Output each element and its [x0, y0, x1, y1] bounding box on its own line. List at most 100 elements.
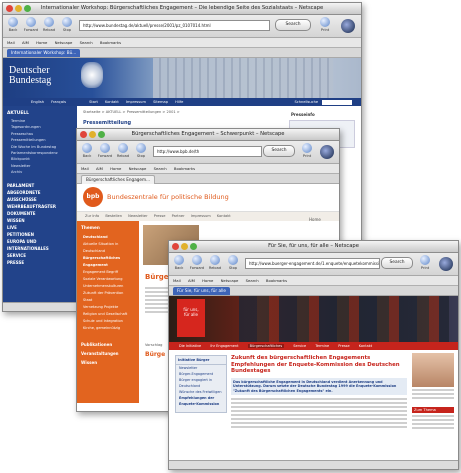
nav-impressum[interactable]: Impressum [191, 214, 211, 218]
francais-link[interactable]: Français [51, 100, 66, 104]
reload-button[interactable]: Reload [207, 255, 223, 270]
sidebar-item-wissen[interactable]: Wissen [81, 358, 139, 367]
minimize-button[interactable] [15, 5, 22, 12]
bookmarks-link[interactable]: Bookmarks [174, 166, 195, 171]
sidebar-item-buergerschaftliches[interactable]: Bürgerschaftliches Engagement [83, 255, 139, 269]
minimize-button[interactable] [89, 131, 96, 138]
url-field[interactable]: http://www.buerger-engagement.de/1.enque… [245, 258, 380, 269]
search-link[interactable]: Search [154, 166, 167, 171]
nav-presse[interactable]: Presse [154, 214, 166, 218]
url-field[interactable]: http://www.bpb.de/th [153, 146, 262, 157]
aim-link[interactable]: AIM [22, 40, 29, 45]
quick-search-input[interactable] [322, 99, 353, 105]
bpb-logo[interactable]: bpb [83, 187, 103, 207]
close-button[interactable] [80, 131, 87, 138]
minimize-button[interactable] [181, 243, 188, 250]
search-link[interactable]: Search [80, 40, 93, 45]
sidebar-item-petitionen[interactable]: PETITIONEN [7, 231, 77, 238]
back-button[interactable]: Back [5, 17, 21, 32]
sidebar-item-aktuelle-situation[interactable]: Aktuelle Situation in Deutschland [83, 241, 139, 255]
search-link[interactable]: Search [246, 278, 259, 283]
print-button[interactable]: Print [299, 143, 315, 158]
side-item-engagiert[interactable]: Bürger engagiert in Deutschland [179, 377, 226, 389]
sidebar-section-aktuell[interactable]: AKTUELL [3, 106, 77, 118]
forward-button[interactable]: Forward [23, 17, 39, 32]
side-item-empfehlungen[interactable]: Empfehlungen der Enquete-Kommission [179, 395, 226, 407]
zoom-button[interactable] [24, 5, 31, 12]
home-link[interactable]: Home [36, 40, 47, 45]
sidebar-item-parlament[interactable]: PARLAMENT [7, 182, 77, 189]
sidebar-item-projekte[interactable]: Vernetzung Projekte [83, 304, 139, 311]
netscape-link[interactable]: Netscape [55, 40, 73, 45]
back-button[interactable]: Back [79, 143, 95, 158]
sidebar-item-veranstaltungen[interactable]: Veranstaltungen [81, 349, 139, 358]
tab-bundestag[interactable]: Internationaler Workshop: Bü... [7, 49, 81, 57]
mail-link[interactable]: Mail [7, 40, 15, 45]
banner-logo[interactable]: für uns, für alle [177, 299, 205, 337]
window-titlebar[interactable]: Internationaler Workshop: Bürgerschaftli… [3, 3, 361, 15]
sidebar-item-wehrbeauftragter[interactable]: WEHRBEAUFTRAGTER [7, 203, 77, 210]
back-button[interactable]: Back [171, 255, 187, 270]
sidebar-item-staat[interactable]: Staat [83, 297, 139, 304]
sidebar-item-service[interactable]: SERVICE [7, 252, 77, 259]
nav-partner[interactable]: Partner [172, 214, 185, 218]
window-titlebar[interactable]: Für Sie, für uns, für alle – Netscape [169, 241, 458, 253]
mail-link[interactable]: Mail [81, 166, 89, 171]
nav-newsletter[interactable]: Newsletter [128, 214, 147, 218]
stop-button[interactable]: Stop [225, 255, 241, 270]
breadcrumb[interactable]: Startseite > AKTUELL > Pressemitteilunge… [77, 106, 361, 118]
nav-sitemap[interactable]: Sitemap [153, 100, 168, 104]
search-button[interactable]: Search [381, 257, 413, 269]
nav-kontakt[interactable]: Kontakt [217, 214, 231, 218]
sidebar-item-abgeordnete[interactable]: ABGEORDNETE [7, 189, 77, 196]
nav-bestellen[interactable]: Bestellen [105, 214, 122, 218]
close-button[interactable] [6, 5, 13, 12]
sidebar-item-kirche[interactable]: Kirche, gemeinnützig [83, 325, 139, 332]
nav-presse[interactable]: Presse [338, 344, 349, 348]
nav-initiative[interactable]: Die Initiative [179, 344, 201, 348]
nav-buergerschaftliches[interactable]: Bürgerschaftliches [247, 344, 285, 348]
search-button[interactable]: Search [275, 19, 311, 31]
close-button[interactable] [172, 243, 179, 250]
print-button[interactable]: Print [417, 255, 433, 270]
nav-kontakt[interactable]: Kontakt [105, 100, 119, 104]
bookmarks-link[interactable]: Bookmarks [266, 278, 287, 283]
tab-bpb[interactable]: Bürgerschaftliches Engagem... [81, 175, 156, 184]
forward-button[interactable]: Forward [97, 143, 113, 158]
sidebar-item-live[interactable]: LIVE [7, 224, 77, 231]
sidebar-item-publikationen[interactable]: Publikationen [81, 340, 139, 349]
reload-button[interactable]: Reload [115, 143, 131, 158]
window-titlebar[interactable]: Bürgerschaftliches Engagement – Schwerpu… [77, 129, 339, 141]
sidebar-item-europa[interactable]: EUROPA UND INTERNATIONALES [7, 238, 77, 252]
mail-link[interactable]: Mail [173, 278, 181, 283]
nav-start[interactable]: Start [89, 100, 98, 104]
nav-zur-info[interactable]: Zur Info [85, 214, 99, 218]
sidebar-item-unternehmenskulturen[interactable]: Unternehmenskulturen [83, 283, 139, 290]
zoom-button[interactable] [190, 243, 197, 250]
reload-button[interactable]: Reload [41, 17, 57, 32]
stop-button[interactable]: Stop [133, 143, 149, 158]
home-link[interactable]: Home [110, 166, 121, 171]
zoom-button[interactable] [98, 131, 105, 138]
nav-termine[interactable]: Termine [315, 344, 329, 348]
aim-link[interactable]: AIM [96, 166, 103, 171]
sidebar-item-dokumente[interactable]: DOKUMENTE [7, 210, 77, 217]
english-link[interactable]: English [31, 100, 44, 104]
sidebar-item-deutschland[interactable]: Deutschland [83, 234, 139, 241]
url-field[interactable]: http://www.bundestag.de/aktuell/presse/2… [79, 20, 270, 31]
home-link[interactable]: Home [202, 278, 213, 283]
sidebar-item-praevention[interactable]: Zukunft der Prävention [83, 290, 139, 297]
nav-engagement[interactable]: Ihr Engagement [210, 344, 238, 348]
sidebar-item-wissen[interactable]: WISSEN [7, 217, 77, 224]
nav-impressum[interactable]: Impressum [126, 100, 146, 104]
sidebar-item-verantwortung[interactable]: Soziale Verantwortung [83, 276, 139, 283]
sidebar-item-schule[interactable]: Schule und Integration [83, 318, 139, 325]
netscape-link[interactable]: Netscape [129, 166, 147, 171]
netscape-link[interactable]: Netscape [221, 278, 239, 283]
home-side-tab[interactable]: Home [309, 217, 321, 222]
nav-service[interactable]: Service [293, 344, 306, 348]
sidebar-item-begriff[interactable]: Engagement Begriff [83, 269, 139, 276]
search-button[interactable]: Search [263, 145, 295, 157]
nav-hilfe[interactable]: Hilfe [175, 100, 183, 104]
sidebar-item-religion[interactable]: Religion und Gesellschaft [83, 311, 139, 318]
